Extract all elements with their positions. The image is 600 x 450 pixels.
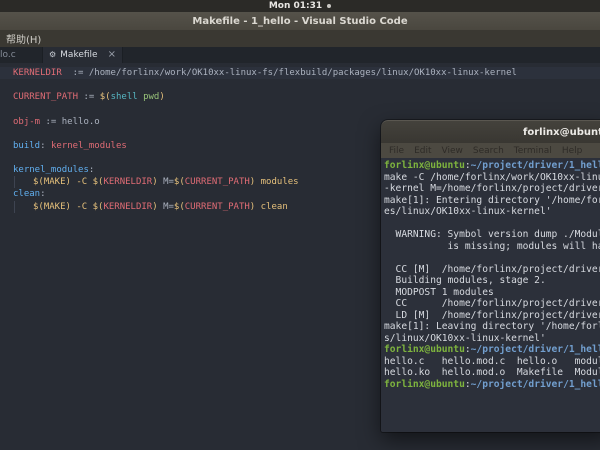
code-line[interactable]	[0, 103, 600, 115]
terminal-output[interactable]: forlinx@ubuntu:~/project/driver/1_hellma…	[381, 158, 600, 432]
terminal-line: es/linux/OK10xx-linux-kernel'	[384, 206, 600, 218]
terminal-line: CC [M] /home/forlinx/project/driver	[384, 264, 600, 276]
terminal-line: LD [M] /home/forlinx/project/driver	[384, 310, 600, 322]
terminal-line	[384, 252, 600, 264]
vscode-menubar: 帮助(H)	[0, 30, 600, 47]
terminal-line: forlinx@ubuntu:~/project/driver/1_hell	[384, 344, 600, 356]
indent-guide	[14, 201, 33, 213]
terminal-menu-item-help[interactable]: Help	[557, 146, 588, 156]
terminal-menubar: FileEditViewSearchTerminalHelp	[381, 143, 600, 158]
terminal-menu-item-terminal[interactable]: Terminal	[509, 146, 557, 156]
terminal-line: make -C /home/forlinx/work/OK10xx-linu	[384, 172, 600, 184]
terminal-line: hello.ko hello.mod.o Makefile Modul	[384, 367, 600, 379]
makefile-file-icon: ⚙	[49, 47, 56, 63]
terminal-line: is missing; modules will ha	[384, 241, 600, 253]
notification-dot-icon	[327, 4, 331, 8]
terminal-window-title: forlinx@ubuntu:	[523, 121, 600, 144]
tab-hello-c-partial[interactable]: lo.c	[0, 47, 43, 63]
clock[interactable]: Mon 01:31	[269, 0, 322, 12]
system-top-bar: Mon 01:31	[0, 0, 600, 12]
indent-guide	[14, 176, 33, 188]
code-line[interactable]: KERNELDIR := /home/forlinx/work/OK10xx-l…	[0, 67, 600, 79]
terminal-line: make[1]: Leaving directory '/home/forl	[384, 321, 600, 333]
terminal-line	[384, 218, 600, 230]
tab-makefile[interactable]: ⚙ Makefile ×	[43, 47, 123, 63]
vscode-tabbar: lo.c ⚙ Makefile ×	[0, 47, 600, 63]
code-line[interactable]	[0, 79, 600, 91]
terminal-line: hello.c hello.mod.c hello.o modul	[384, 356, 600, 368]
terminal-window[interactable]: forlinx@ubuntu: FileEditViewSearchTermin…	[381, 120, 600, 432]
terminal-line: make[1]: Entering directory '/home/for	[384, 195, 600, 207]
tab-partial-label: lo.c	[0, 50, 16, 60]
terminal-line: s/linux/OK10xx-linux-kernel'	[384, 333, 600, 345]
terminal-line: -kernel M=/home/forlinx/project/driver	[384, 183, 600, 195]
code-line[interactable]: CURRENT_PATH := $(shell pwd)	[0, 91, 600, 103]
terminal-line: forlinx@ubuntu:~/project/driver/1_hell	[384, 379, 600, 391]
vscode-window-title: Makefile - 1_hello - Visual Studio Code	[192, 16, 407, 27]
tab-makefile-label: Makefile	[60, 50, 103, 60]
vscode-titlebar[interactable]: Makefile - 1_hello - Visual Studio Code	[0, 12, 600, 30]
terminal-menu-item-edit[interactable]: Edit	[409, 146, 436, 156]
terminal-menu-item-file[interactable]: File	[384, 146, 409, 156]
menu-item-help[interactable]: 帮助(H)	[0, 31, 47, 46]
terminal-menu-item-search[interactable]: Search	[468, 146, 509, 156]
tab-close-icon[interactable]: ×	[108, 47, 116, 63]
desktop: { "system_bar": { "clock": "Mon 01:31" }…	[0, 0, 600, 450]
terminal-line: CC /home/forlinx/project/driver	[384, 298, 600, 310]
terminal-menu-item-view[interactable]: View	[437, 146, 468, 156]
terminal-line: Building modules, stage 2.	[384, 275, 600, 287]
terminal-titlebar[interactable]: forlinx@ubuntu:	[381, 120, 600, 143]
terminal-line: WARNING: Symbol version dump ./Modul	[384, 229, 600, 241]
terminal-line: forlinx@ubuntu:~/project/driver/1_hell	[384, 160, 600, 172]
terminal-line: MODPOST 1 modules	[384, 287, 600, 299]
